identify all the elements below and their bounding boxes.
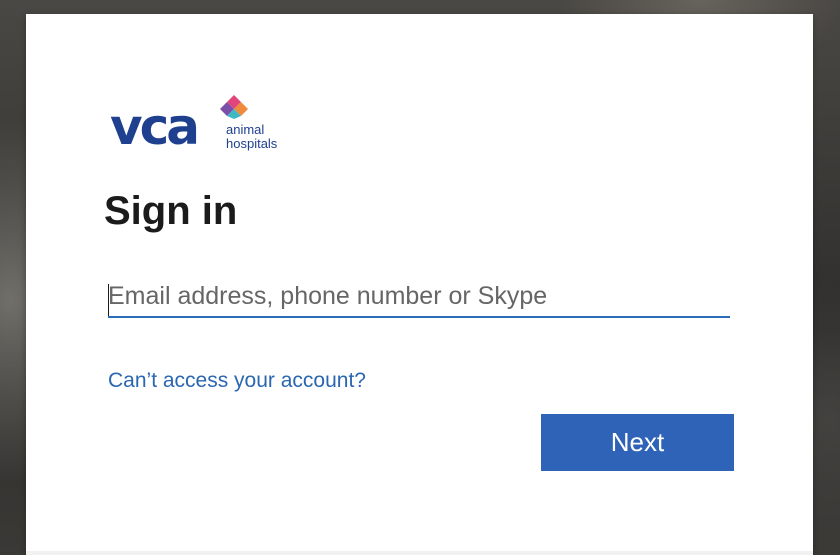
page-title: Sign in xyxy=(104,189,238,233)
cant-access-account-link[interactable]: Can’t access your account? xyxy=(108,368,366,394)
logo-subtitle-line2: hospitals xyxy=(226,136,278,151)
logo-subtitle: animal hospitals xyxy=(226,123,277,151)
card-footer-divider xyxy=(26,551,813,555)
diamond-cluster-icon xyxy=(220,95,248,119)
logo-subtitle-line1: animal xyxy=(226,122,265,137)
email-field[interactable] xyxy=(108,276,730,318)
signin-card: vca animal hospitals Sign in Can’t acces… xyxy=(26,14,813,555)
text-cursor xyxy=(108,284,109,316)
next-button[interactable]: Next xyxy=(541,414,734,471)
vca-logo: vca animal hospitals xyxy=(110,94,290,156)
logo-wordmark: vca xyxy=(110,98,200,156)
